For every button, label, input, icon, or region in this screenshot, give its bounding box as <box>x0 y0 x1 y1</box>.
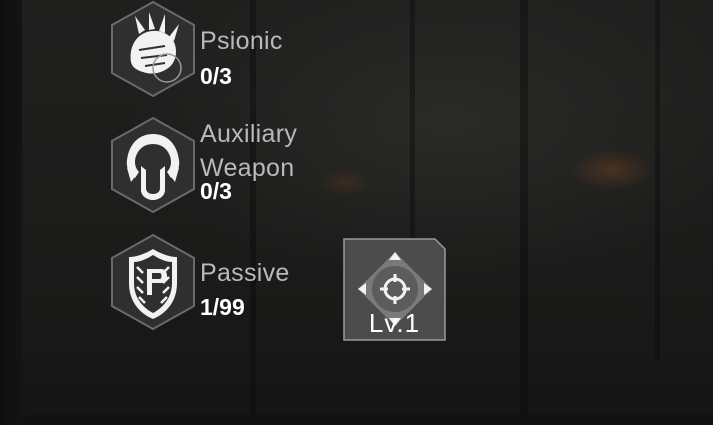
skill-name-psionic: Psionic <box>200 27 283 55</box>
skill-count-auxiliary-weapon: 0/3 <box>200 178 232 204</box>
skill-slot-level: Lv.1 <box>368 308 421 338</box>
background-scene <box>0 0 713 425</box>
passive-shield-icon[interactable] <box>109 233 197 331</box>
panel-bottom-edge <box>22 415 713 425</box>
panel-left-edge <box>0 0 22 425</box>
skill-row-psionic[interactable]: Psionic 0/3 <box>109 0 339 98</box>
skill-name-passive: Passive <box>200 259 290 287</box>
skill-name-auxiliary-weapon-line1: Auxiliary <box>200 120 298 148</box>
skill-row-passive[interactable]: Passive 1/99 <box>109 233 339 331</box>
passive-skill-slot[interactable]: Lv.1 <box>343 238 446 341</box>
auxiliary-weapon-icon[interactable] <box>109 116 197 214</box>
claw-icon[interactable] <box>109 0 197 98</box>
skill-row-auxiliary-weapon[interactable]: Auxiliary Weapon 0/3 <box>109 116 339 214</box>
skill-count-passive: 1/99 <box>200 294 245 320</box>
skill-count-psionic: 0/3 <box>200 63 232 89</box>
